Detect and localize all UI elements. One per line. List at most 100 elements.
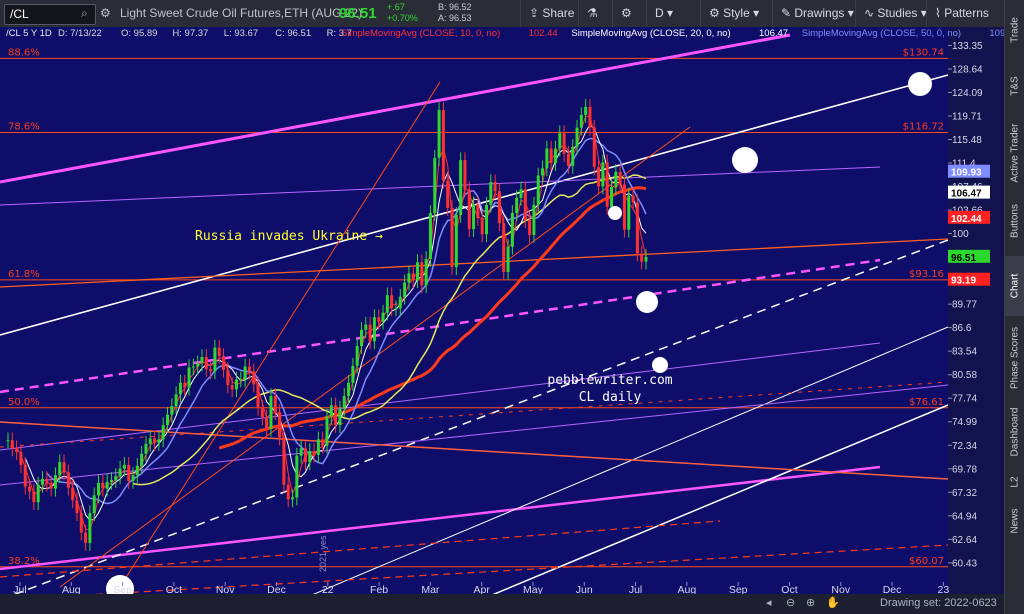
zoom-out-icon[interactable]: ⊖: [786, 596, 795, 609]
drawings-button[interactable]: ✎ Drawings ▾: [772, 0, 862, 27]
candle-body: [545, 148, 549, 169]
candle-body: [459, 160, 463, 215]
side-tab-t-s[interactable]: T&S: [1005, 56, 1024, 116]
candle-body: [347, 382, 351, 397]
candle-body: [502, 223, 506, 272]
candle-body: [588, 106, 592, 128]
studies-button[interactable]: ∿ Studies ▾: [855, 0, 935, 27]
fib-price-label: $60.07: [909, 556, 944, 567]
candle-body: [325, 416, 329, 446]
share-icon: ⇪: [529, 6, 543, 20]
side-tab-label: Dashboard: [1009, 407, 1021, 457]
candle-body: [433, 157, 437, 214]
candle-body: [463, 160, 467, 190]
candle-body: [528, 220, 532, 235]
style-icon: ⚙: [709, 6, 724, 20]
time-axis-label: Aug: [62, 584, 81, 594]
side-tab-buttons[interactable]: Buttons: [1005, 190, 1024, 252]
candle-body: [140, 453, 144, 466]
settings-button[interactable]: ⚙: [612, 0, 640, 27]
hand-icon[interactable]: ✋: [826, 596, 840, 609]
candle-body: [32, 491, 36, 503]
marker-circle-5: [608, 206, 622, 220]
patterns-button[interactable]: ⌇ Patterns: [926, 0, 997, 27]
candle-body: [144, 443, 148, 454]
candle-body: [170, 406, 174, 415]
fib-price-label: $130.74: [903, 47, 944, 58]
time-axis-label: Oct: [166, 584, 182, 594]
time-axis-label: Dec: [267, 584, 286, 594]
gear-icon[interactable]: ⚙: [100, 0, 111, 27]
side-tab-l2[interactable]: L2: [1005, 468, 1024, 496]
candle-body: [497, 191, 501, 224]
candle-body: [303, 448, 307, 463]
price-axis-label: 74.99: [952, 417, 977, 428]
flask-button[interactable]: ⚗: [578, 0, 606, 27]
side-tab-news[interactable]: News: [1005, 500, 1024, 542]
price-axis-label: 86.6: [952, 323, 972, 334]
candle-body: [485, 204, 488, 235]
side-tab-active-trader[interactable]: Active Trader: [1005, 120, 1024, 186]
side-tab-chart[interactable]: Chart: [1005, 256, 1024, 316]
candle-body: [454, 214, 458, 268]
candle-body: [631, 195, 635, 203]
ohlc-value: L: 93.67: [224, 28, 258, 39]
candle-body: [256, 384, 260, 408]
chart-area[interactable]: 88.6% $130.74 78.6% $116.72 61.8% $93.16 50.0%…: [0, 27, 1018, 603]
side-tab-phase-scores[interactable]: Phase Scores: [1005, 320, 1024, 396]
candle-body: [131, 475, 135, 481]
candle-body: [36, 484, 40, 503]
symbol-text: /CL: [10, 7, 29, 21]
candle-body: [640, 253, 644, 262]
right-sidebar: Trade T&S Active Trader Buttons Chart Phase S…: [1004, 0, 1024, 614]
zoom-in-icon[interactable]: ⊕: [806, 596, 815, 609]
style-button[interactable]: ⚙ Style ▾: [700, 0, 767, 27]
candle-body: [584, 106, 588, 115]
fib-price-label: $93.16: [909, 269, 944, 280]
price-chart[interactable]: 88.6% $130.74 78.6% $116.72 61.8% $93.16 50.0%…: [0, 27, 1018, 603]
time-axis-label: Jul: [629, 584, 642, 594]
price-axis-label: 133.35: [952, 41, 983, 52]
candle-body: [127, 464, 131, 481]
time-axis-label: May: [523, 584, 544, 594]
candle-body: [118, 468, 122, 477]
candle-body: [610, 186, 614, 207]
candle-body: [291, 497, 295, 500]
candle-body: [204, 356, 208, 369]
price-axis-label: 124.09: [952, 88, 983, 99]
price-axis-label: 115.48: [952, 135, 982, 146]
price-axis-label: 72.34: [952, 441, 977, 452]
candle-body: [295, 455, 299, 498]
symbol-input[interactable]: /CL ⌕: [4, 4, 96, 25]
candle-body: [15, 448, 19, 452]
candle-body: [566, 153, 570, 166]
candle-body: [28, 486, 32, 492]
search-icon[interactable]: ⌕: [81, 6, 88, 21]
candle-body: [278, 412, 282, 438]
price-axis-label: 64.94: [952, 511, 977, 522]
candle-body: [88, 513, 92, 543]
ohlc-value: C: 96.51: [275, 28, 311, 39]
marker-circle-4: [652, 357, 668, 373]
chart-background: [0, 27, 1004, 594]
candle-body: [510, 213, 514, 247]
price-label-text: 93.19: [951, 276, 976, 287]
candle-body: [437, 110, 441, 158]
time-axis-label: Sep: [729, 584, 748, 594]
share-button[interactable]: ⇪ Share: [520, 0, 582, 27]
aggregation-button[interactable]: D ▾: [646, 0, 681, 27]
time-axis-label: Apr: [474, 584, 491, 594]
left-arrow-icon[interactable]: ◂: [766, 596, 772, 609]
study-value: 109.93: [989, 28, 1004, 39]
candle-body: [243, 366, 247, 380]
side-tab-trade[interactable]: Trade: [1005, 8, 1024, 52]
candle-body: [420, 262, 424, 286]
candle-body: [424, 258, 428, 286]
side-tab-dashboard[interactable]: Dashboard: [1005, 400, 1024, 464]
time-axis-label: Sep: [113, 584, 132, 594]
candle-body: [446, 180, 450, 208]
candle-body: [53, 475, 57, 489]
candle-body: [558, 133, 562, 149]
study-label: SimpleMovingAvg (CLOSE, 10, 0, no): [341, 28, 500, 39]
drawings-label: Drawings: [794, 6, 845, 20]
